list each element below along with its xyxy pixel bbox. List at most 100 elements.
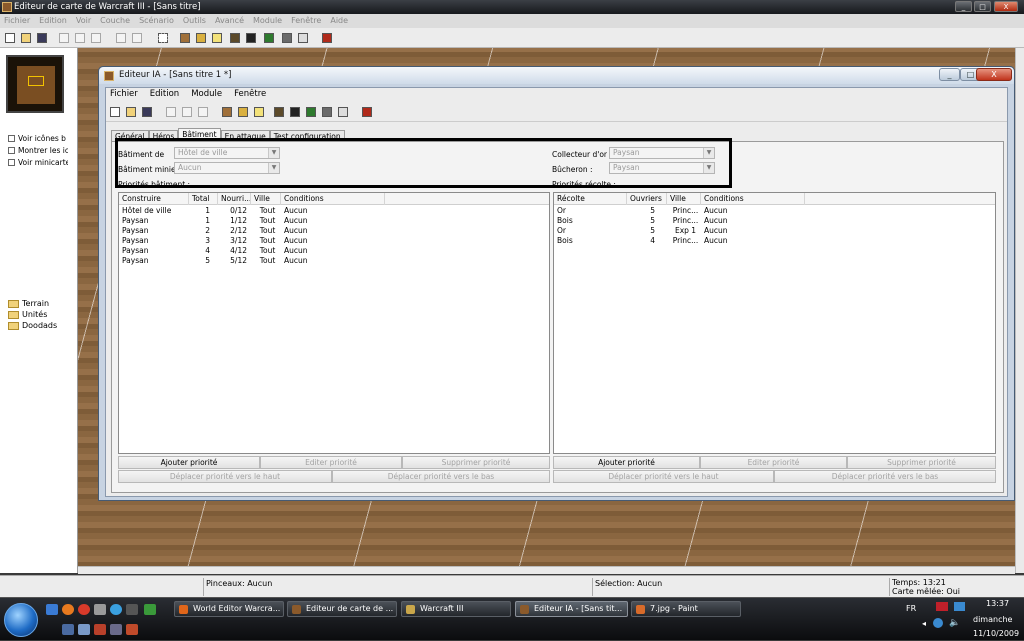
trigger-editor-icon[interactable] — [272, 105, 286, 119]
show-desktop-icon[interactable] — [46, 604, 58, 615]
harvest-priority-list[interactable]: Récolte Ouvriers Ville Conditions Or 5 P… — [553, 192, 996, 454]
menu-outils[interactable]: Outils — [183, 14, 206, 28]
tool-icon[interactable] — [94, 604, 106, 615]
open-folder-icon[interactable] — [19, 31, 33, 45]
table-row[interactable]: Bois 4 Princ... Aucun — [554, 236, 995, 246]
undo-icon[interactable] — [114, 31, 128, 45]
redo-icon[interactable] — [130, 31, 144, 45]
table-row[interactable]: Or 5 Princ... Aucun — [554, 206, 995, 216]
clock-time[interactable]: 13:37 — [986, 599, 1009, 608]
object-editor-icon[interactable] — [304, 105, 318, 119]
sound-editor-icon[interactable] — [288, 105, 302, 119]
campaign-editor-icon[interactable] — [320, 105, 334, 119]
tray-expand-icon[interactable]: ◂ — [922, 619, 926, 628]
column-nourriture[interactable]: Nourri... — [218, 193, 251, 205]
copy-icon[interactable] — [180, 105, 194, 119]
table-row[interactable]: Paysan 1 1/12 Tout Aucun — [119, 216, 549, 226]
ai-editor-icon[interactable] — [296, 31, 310, 45]
table-row[interactable]: Hôtel de ville 1 0/12 Tout Aucun — [119, 206, 549, 216]
trigger-editor-icon[interactable] — [228, 31, 242, 45]
game-icon[interactable] — [94, 624, 106, 635]
browser-icon[interactable] — [78, 604, 90, 615]
ai-editor-icon[interactable] — [336, 105, 350, 119]
paste-icon[interactable] — [89, 31, 103, 45]
campaign-editor-icon[interactable] — [280, 31, 294, 45]
new-file-icon[interactable] — [108, 105, 122, 119]
outer-minimize-button[interactable]: _ — [955, 1, 972, 12]
checkbox-voir-icones[interactable]: Voir icônes b — [8, 133, 68, 143]
unit-palette-icon[interactable] — [252, 105, 266, 119]
tree-item-terrain[interactable]: Terrain — [8, 298, 49, 309]
language-indicator[interactable]: FR — [906, 604, 916, 613]
task-paint[interactable]: 7.jpg - Paint — [631, 601, 741, 617]
add-harvest-priority-button[interactable]: Ajouter priorité — [553, 456, 700, 469]
building-priority-list[interactable]: Construire Total Nourri... Ville Conditi… — [118, 192, 550, 454]
column-construire[interactable]: Construire — [119, 193, 189, 205]
task-world-editor[interactable]: World Editor Warcra... — [174, 601, 284, 617]
menu-scenario[interactable]: Scénario — [139, 14, 174, 28]
ati-icon[interactable] — [936, 602, 948, 611]
cut-icon[interactable] — [164, 105, 178, 119]
save-icon[interactable] — [140, 105, 154, 119]
task-editeur-carte[interactable]: Editeur de carte de ... — [287, 601, 397, 617]
horizontal-scrollbar[interactable] — [78, 566, 1015, 574]
start-button[interactable] — [4, 603, 38, 637]
ai-menu-module[interactable]: Module — [191, 88, 222, 101]
table-row[interactable]: Paysan 4 4/12 Tout Aucun — [119, 246, 549, 256]
tree-item-unites[interactable]: Unités — [8, 309, 47, 320]
move-harvest-priority-down-button[interactable]: Déplacer priorité vers le bas — [774, 470, 996, 483]
object-editor-icon[interactable] — [262, 31, 276, 45]
ai-menu-edition[interactable]: Edition — [150, 88, 179, 101]
outer-maximize-button[interactable]: □ — [974, 1, 991, 12]
copy-icon[interactable] — [73, 31, 87, 45]
column-ouvriers[interactable]: Ouvriers — [627, 193, 667, 205]
settings-icon[interactable] — [110, 624, 122, 635]
messenger-icon[interactable] — [110, 604, 122, 615]
edit-building-priority-button[interactable]: Editer priorité — [260, 456, 402, 469]
edit-harvest-priority-button[interactable]: Editer priorité — [700, 456, 847, 469]
vertical-scrollbar[interactable] — [1015, 48, 1024, 573]
paste-icon[interactable] — [196, 105, 210, 119]
ai-menu-fichier[interactable]: Fichier — [110, 88, 138, 101]
move-building-priority-up-button[interactable]: Déplacer priorité vers le haut — [118, 470, 332, 483]
add-building-priority-button[interactable]: Ajouter priorité — [118, 456, 260, 469]
computer-icon[interactable] — [78, 624, 90, 635]
table-row[interactable]: Paysan 5 5/12 Tout Aucun — [119, 256, 549, 266]
new-file-icon[interactable] — [3, 31, 17, 45]
open-folder-icon[interactable] — [124, 105, 138, 119]
network-tray-icon[interactable] — [954, 602, 965, 611]
menu-module[interactable]: Module — [253, 14, 282, 28]
task-editeur-ia[interactable]: Editeur IA - [Sans tit... — [515, 601, 628, 617]
ai-close-button[interactable]: X — [976, 68, 1012, 81]
ai-minimize-button[interactable]: _ — [939, 68, 960, 81]
table-row[interactable]: Bois 5 Princ... Aucun — [554, 216, 995, 226]
menu-avance[interactable]: Avancé — [215, 14, 244, 28]
doodad-palette-icon[interactable] — [236, 105, 250, 119]
checkbox-voir-minicarte[interactable]: Voir minicarte — [8, 157, 68, 167]
media-icon[interactable] — [126, 624, 138, 635]
menu-edition[interactable]: Edition — [39, 14, 67, 28]
cut-icon[interactable] — [57, 31, 71, 45]
column-ville[interactable]: Ville — [667, 193, 701, 205]
table-row[interactable]: Paysan 3 3/12 Tout Aucun — [119, 236, 549, 246]
column-conditions[interactable]: Conditions — [281, 193, 385, 205]
column-total[interactable]: Total — [189, 193, 218, 205]
test-map-icon[interactable] — [360, 105, 374, 119]
app-icon[interactable] — [126, 604, 138, 615]
doodad-palette-icon[interactable] — [194, 31, 208, 45]
network-icon[interactable] — [62, 624, 74, 635]
green-app-icon[interactable] — [144, 604, 156, 615]
select-icon[interactable] — [156, 31, 170, 45]
task-warcraft[interactable]: Warcraft III — [401, 601, 511, 617]
sound-editor-icon[interactable] — [244, 31, 258, 45]
column-ville[interactable]: Ville — [251, 193, 281, 205]
outer-close-button[interactable]: X — [994, 1, 1018, 12]
menu-aide[interactable]: Aide — [330, 14, 348, 28]
move-building-priority-down-button[interactable]: Déplacer priorité vers le bas — [332, 470, 550, 483]
table-row[interactable]: Paysan 2 2/12 Tout Aucun — [119, 226, 549, 236]
terrain-palette-icon[interactable] — [178, 31, 192, 45]
move-harvest-priority-up-button[interactable]: Déplacer priorité vers le haut — [553, 470, 774, 483]
firefox-icon[interactable] — [62, 604, 74, 615]
delete-building-priority-button[interactable]: Supprimer priorité — [402, 456, 550, 469]
save-icon[interactable] — [35, 31, 49, 45]
